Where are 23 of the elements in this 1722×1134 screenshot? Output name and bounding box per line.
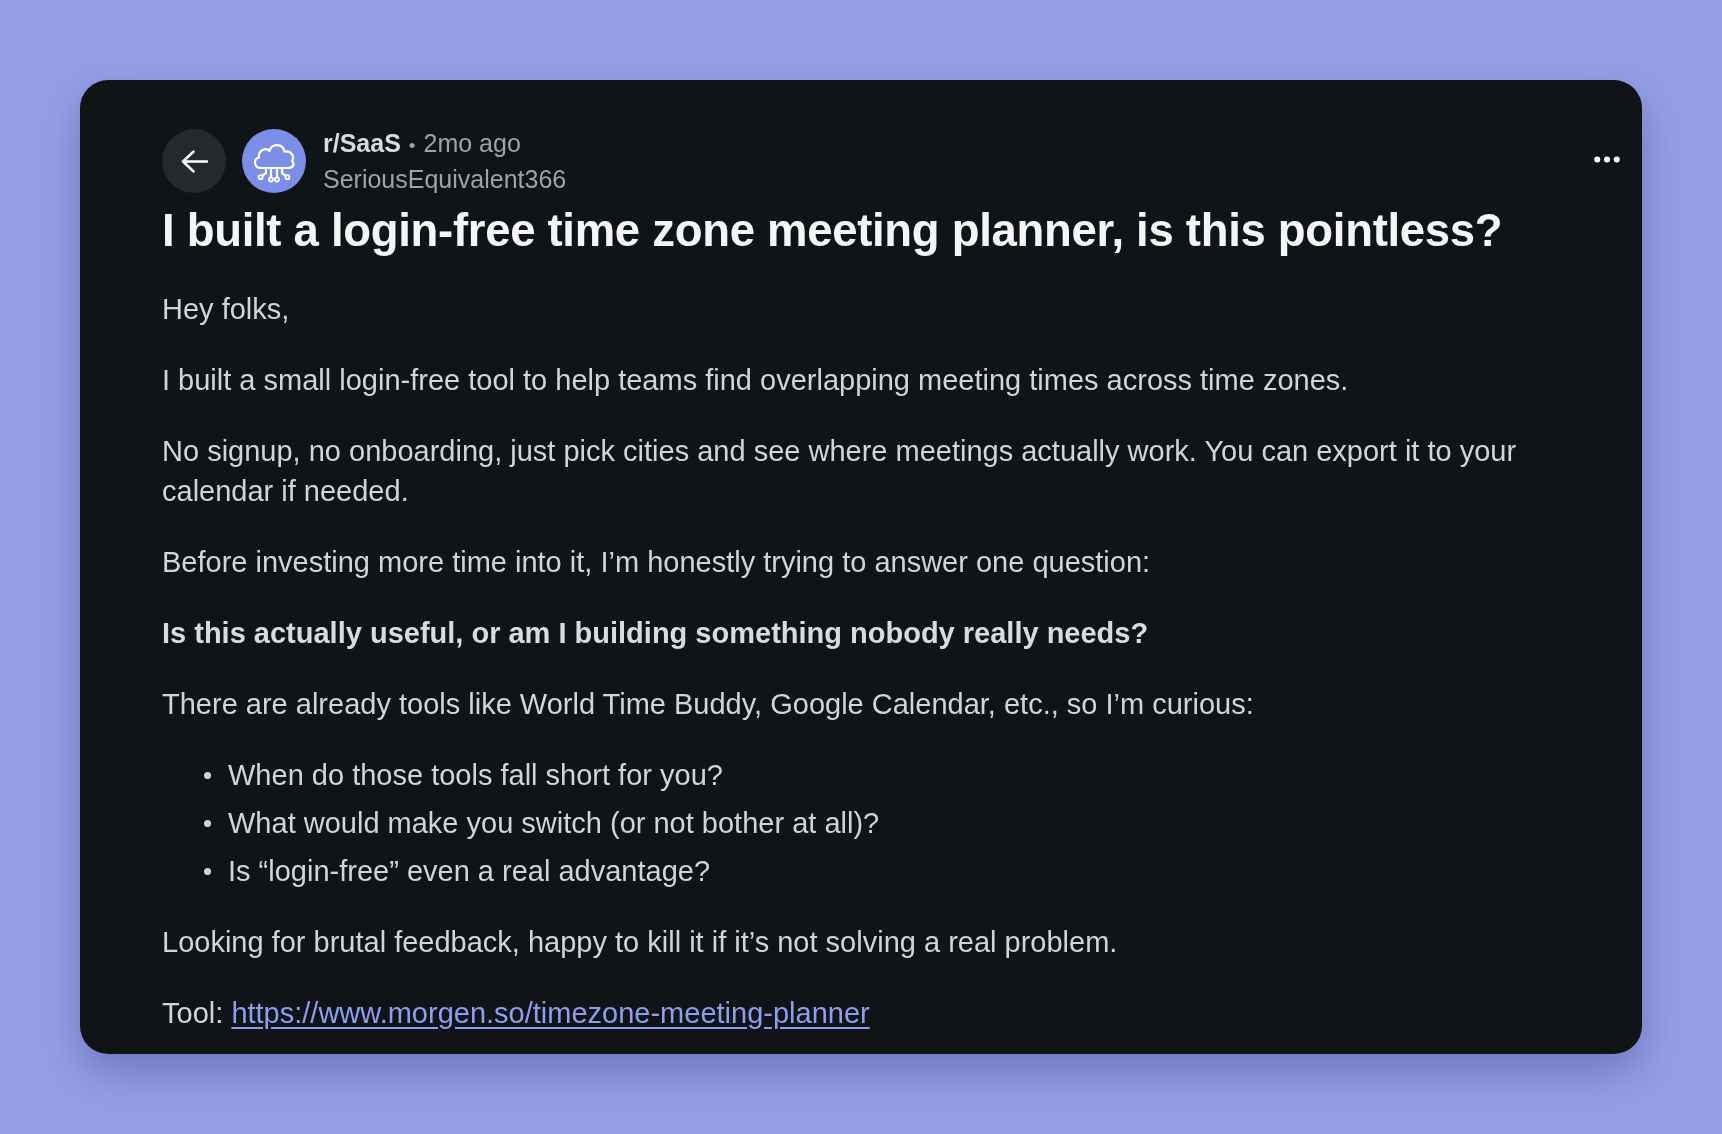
body-paragraph: No signup, no onboarding, just pick cities and see where meetings actually work. You can export it to your calendar if needed. [162,434,1518,509]
list-item: Is “login-free” even a real advantage? [228,854,710,889]
post-title: I built a login-free time zone meeting planner, is this pointless? [162,204,1504,258]
meta-separator: • [408,134,416,158]
tool-label: Tool: [162,997,224,1029]
bullet-icon [204,771,211,779]
subreddit-link[interactable]: r/SaaS [323,129,401,157]
body-paragraph: Before investing more time into it, I’m honestly trying to answer one question: [162,545,1152,580]
bullet-icon [204,867,211,875]
list-item: What would make you switch (or not bother at all)? [228,806,880,841]
list-item: When do those tools fall short for you? [228,758,723,793]
arrow-left-icon [180,149,208,173]
post-time: 2mo ago [423,129,521,157]
more-icon [1594,156,1620,163]
body-paragraph: There are already tools like World Time Buddy, Google Calendar, etc., so I’m curious: [162,687,1255,722]
body-paragraph: I built a small login-free tool to help teams find overlapping meeting times across time zones. [162,363,1350,398]
author-name[interactable]: SeriousEquivalent366 [323,165,567,193]
cloud-avatar-icon [242,129,306,193]
url-link[interactable]: https://www.morgen.so/timezone-meeting-planner [231,997,870,1029]
body-paragraph: Looking for brutal feedback, happy to kill it if it’s not solving a real problem. [162,925,1119,960]
bullet-icon [204,819,211,827]
body-paragraph: Hey folks, [162,292,291,327]
bold-question: Is this actually useful, or am I building something nobody really needs? [162,616,1150,651]
